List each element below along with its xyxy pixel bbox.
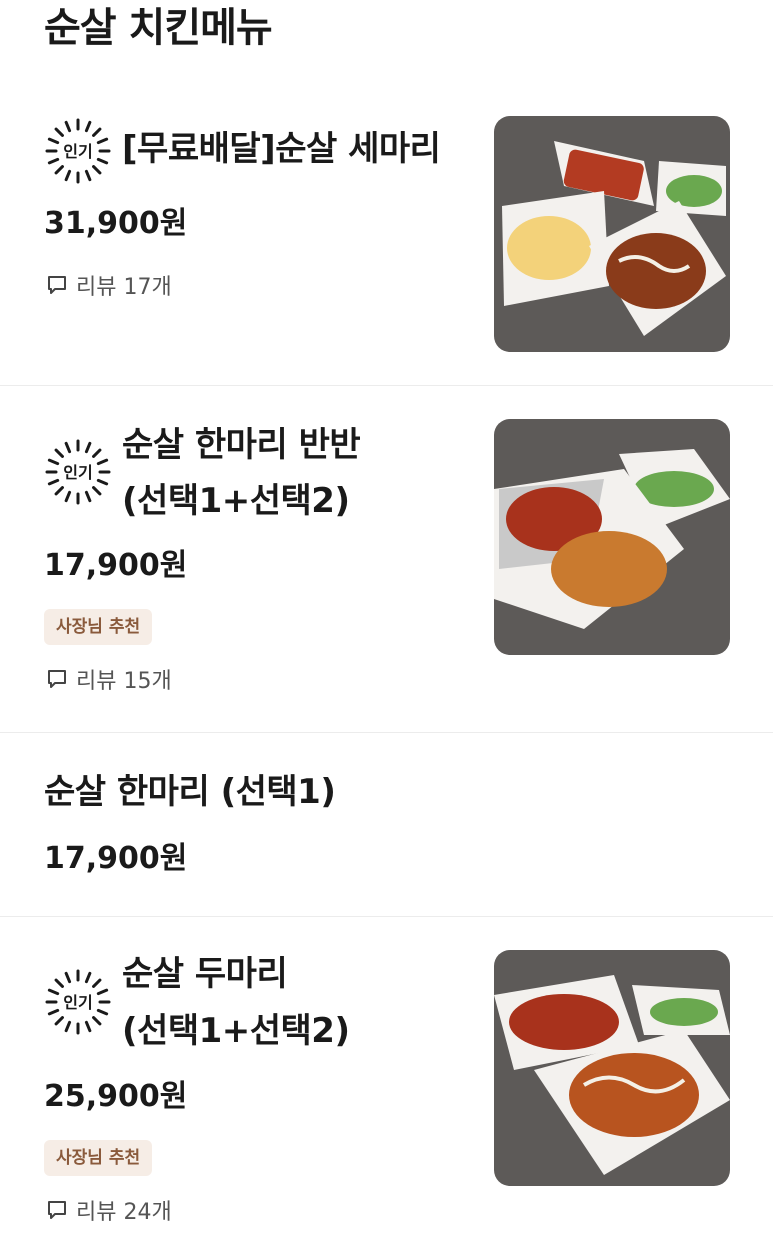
- menu-item-4[interactable]: 인기 순살 두마리 (선택1+선택2) 25,900원 사장님 추천 리뷰 24…: [0, 917, 773, 1236]
- menu-item-name-line2: (선택1+선택2): [122, 481, 350, 521]
- chicken-half-half-image[interactable]: [494, 419, 730, 655]
- chicken-three-image[interactable]: [494, 116, 730, 352]
- menu-item-name: 순살 두마리: [122, 954, 288, 994]
- comment-icon: [48, 670, 66, 688]
- popular-badge-icon: 인기: [45, 439, 111, 505]
- review-count[interactable]: 리뷰 17개: [46, 270, 172, 300]
- chicken-two-image[interactable]: [494, 950, 730, 1186]
- comment-icon: [48, 1201, 66, 1219]
- menu-item-price: 31,900원: [44, 206, 188, 241]
- review-count-text: 리뷰 17개: [76, 275, 172, 300]
- svg-text:인기: 인기: [63, 463, 92, 482]
- review-count[interactable]: 리뷰 24개: [46, 1195, 172, 1225]
- review-count-text: 리뷰 24개: [76, 1200, 172, 1225]
- menu-item-name: [무료배달]순살 세마리: [122, 129, 441, 169]
- menu-item-1[interactable]: 인기 [무료배달]순살 세마리 31,900원 리뷰 17개: [0, 0, 773, 385]
- menu-item-price: 17,900원: [44, 841, 188, 876]
- comment-icon: [48, 276, 66, 294]
- menu-item-name-line2: (선택1+선택2): [122, 1011, 350, 1051]
- review-count[interactable]: 리뷰 15개: [46, 664, 172, 694]
- owner-recommend-tag: 사장님 추천: [44, 609, 153, 645]
- menu-item-price: 17,900원: [44, 548, 188, 583]
- svg-text:인기: 인기: [63, 142, 92, 161]
- menu-item-name: 순살 한마리 반반: [122, 425, 361, 465]
- menu-item-3[interactable]: 순살 한마리 (선택1) 17,900원: [0, 733, 773, 916]
- svg-text:인기: 인기: [63, 993, 92, 1012]
- menu-item-name: 순살 한마리 (선택1): [44, 772, 336, 812]
- menu-item-2[interactable]: 인기 순살 한마리 반반 (선택1+선택2) 17,900원 사장님 추천 리뷰…: [0, 386, 773, 732]
- popular-badge-icon: 인기: [45, 969, 111, 1035]
- popular-badge-icon: 인기: [45, 118, 111, 184]
- review-count-text: 리뷰 15개: [76, 669, 172, 694]
- owner-recommend-tag: 사장님 추천: [44, 1140, 153, 1176]
- menu-item-price: 25,900원: [44, 1079, 188, 1114]
